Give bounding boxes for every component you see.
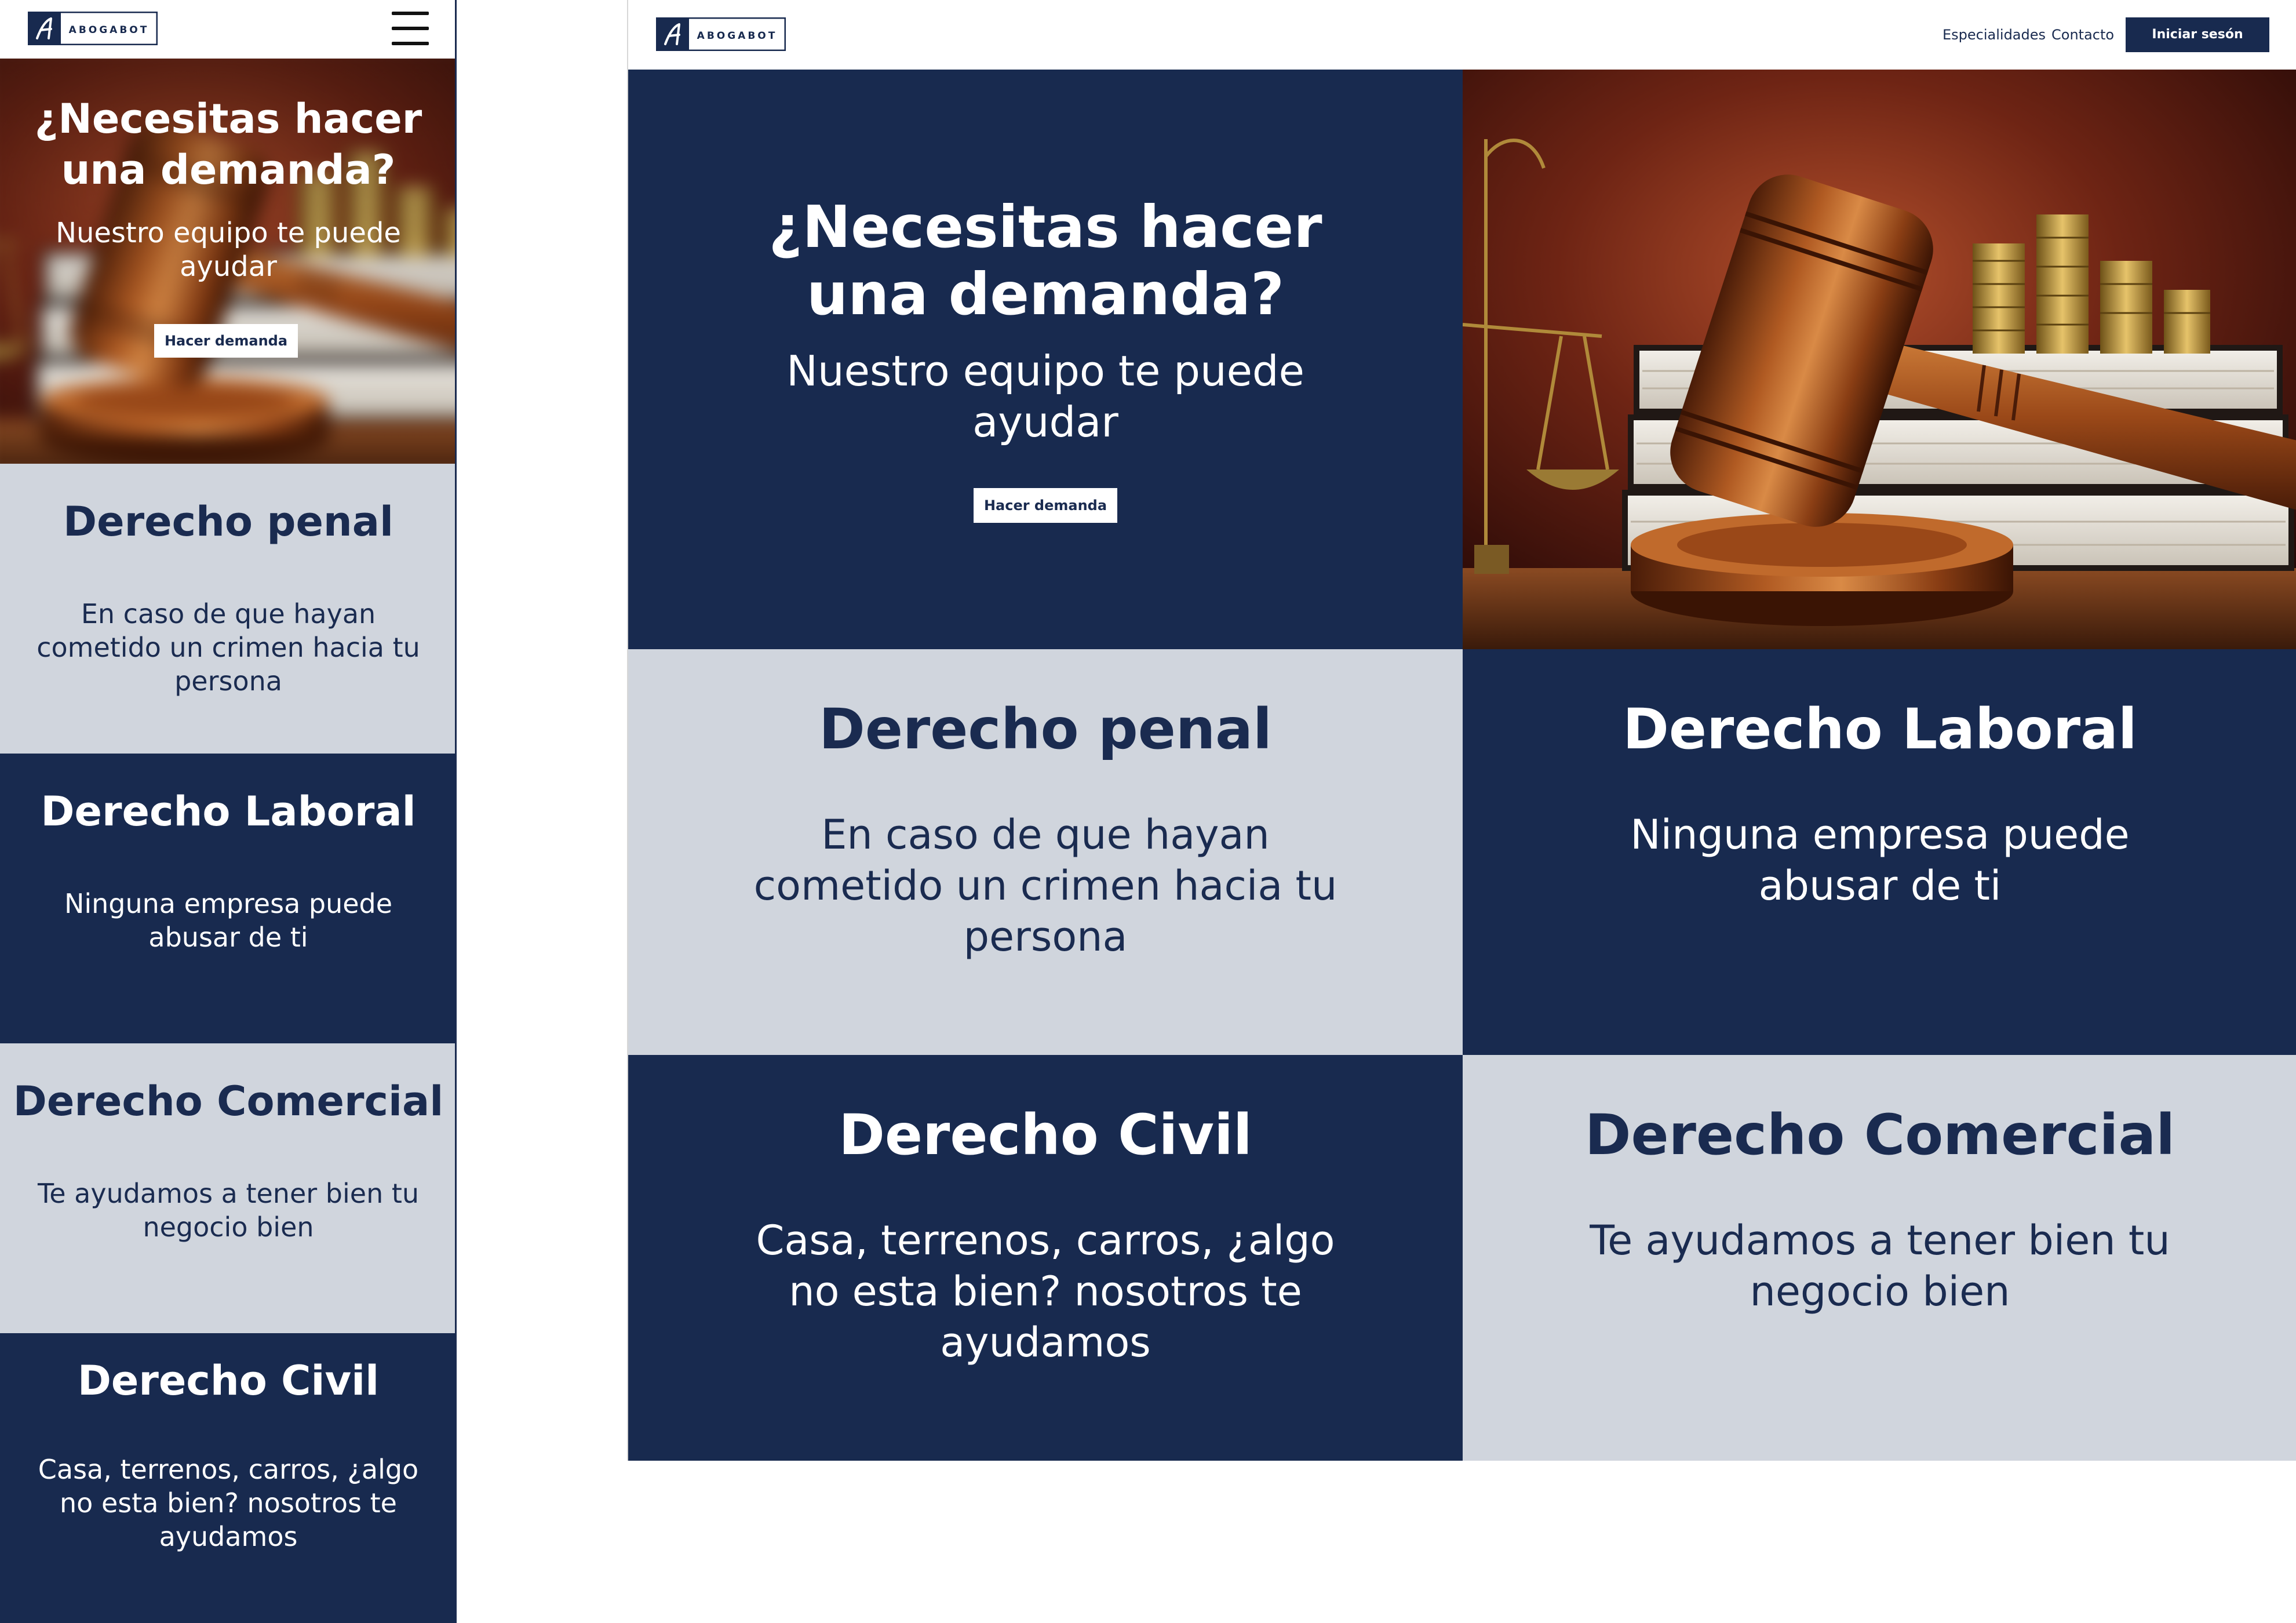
service-title: Derecho Comercial bbox=[13, 1078, 444, 1125]
service-title: Derecho penal bbox=[819, 697, 1272, 762]
service-description: Ninguna empresa puede abusar de ti bbox=[1630, 811, 2130, 909]
mobile-hero: ¿Necesitas hacer una demanda? Nuestro eq… bbox=[0, 59, 455, 464]
service-card-laboral[interactable]: Derecho Laboral Ninguna empresa puede ab… bbox=[1463, 649, 2296, 1055]
brand-name: ABOGABOT bbox=[69, 24, 150, 36]
service-description: Casa, terrenos, carros, ¿algo no esta bi… bbox=[38, 1454, 419, 1552]
nav-link-especialidades[interactable]: Especialidades bbox=[1943, 24, 2046, 45]
mobile-viewport: ABOGABOT ¿Necesitas hacer una demanda? N… bbox=[0, 0, 457, 1623]
hero-subtitle: Nuestro equipo te puede ayudar bbox=[786, 347, 1304, 446]
gavel-hero-image bbox=[1463, 70, 2296, 649]
service-title: Derecho Comercial bbox=[1584, 1102, 2175, 1167]
service-title: Derecho Laboral bbox=[41, 788, 416, 835]
service-description: Te ayudamos a tener bien tu negocio bien bbox=[1590, 1217, 2170, 1315]
brand-name: ABOGABOT bbox=[697, 30, 778, 42]
service-title: Derecho Civil bbox=[77, 1357, 380, 1404]
brand-logo[interactable]: ABOGABOT bbox=[656, 17, 786, 51]
service-title: Derecho penal bbox=[63, 498, 393, 545]
service-description: Ninguna empresa puede abusar de ti bbox=[64, 888, 393, 953]
service-card-penal[interactable]: Derecho penal En caso de que hayan comet… bbox=[0, 464, 455, 754]
desktop-navbar: ABOGABOT Especialidades Contacto Iniciar… bbox=[628, 0, 2296, 70]
hacer-demanda-button[interactable]: Hacer demanda bbox=[974, 488, 1117, 523]
service-title: Derecho Civil bbox=[839, 1102, 1252, 1167]
service-card-comercial[interactable]: Derecho Comercial Te ayudamos a tener bi… bbox=[1463, 1055, 2296, 1461]
login-button[interactable]: Iniciar sesón bbox=[2126, 17, 2269, 52]
service-description: Te ayudamos a tener bien tu negocio bien bbox=[37, 1178, 420, 1243]
service-title: Derecho Laboral bbox=[1623, 697, 2137, 762]
nav-link-contacto[interactable]: Contacto bbox=[2051, 24, 2114, 45]
brand-logo[interactable]: ABOGABOT bbox=[28, 12, 158, 45]
service-card-penal[interactable]: Derecho penal En caso de que hayan comet… bbox=[628, 649, 1463, 1055]
desktop-viewport: ABOGABOT Especialidades Contacto Iniciar… bbox=[627, 0, 2296, 1461]
service-card-civil[interactable]: Derecho Civil Casa, terrenos, carros, ¿a… bbox=[0, 1333, 455, 1623]
hacer-demanda-button[interactable]: Hacer demanda bbox=[154, 324, 298, 358]
hamburger-menu-icon[interactable] bbox=[392, 9, 429, 48]
hero-title: ¿Necesitas hacer una demanda? bbox=[34, 95, 422, 194]
service-card-civil[interactable]: Derecho Civil Casa, terrenos, carros, ¿a… bbox=[628, 1055, 1463, 1461]
mobile-navbar: ABOGABOT bbox=[0, 0, 455, 59]
desktop-hero-panel: ¿Necesitas hacer una demanda? Nuestro eq… bbox=[628, 70, 1463, 649]
hero-subtitle: Nuestro equipo te puede ayudar bbox=[56, 217, 401, 283]
service-description: Casa, terrenos, carros, ¿algo no esta bi… bbox=[756, 1217, 1335, 1366]
service-description: En caso de que hayan cometido un crimen … bbox=[37, 598, 420, 697]
service-card-laboral[interactable]: Derecho Laboral Ninguna empresa puede ab… bbox=[0, 754, 455, 1043]
service-card-comercial[interactable]: Derecho Comercial Te ayudamos a tener bi… bbox=[0, 1043, 455, 1333]
service-description: En caso de que hayan cometido un crimen … bbox=[753, 811, 1337, 960]
hero-title: ¿Necesitas hacer una demanda? bbox=[768, 193, 1322, 328]
